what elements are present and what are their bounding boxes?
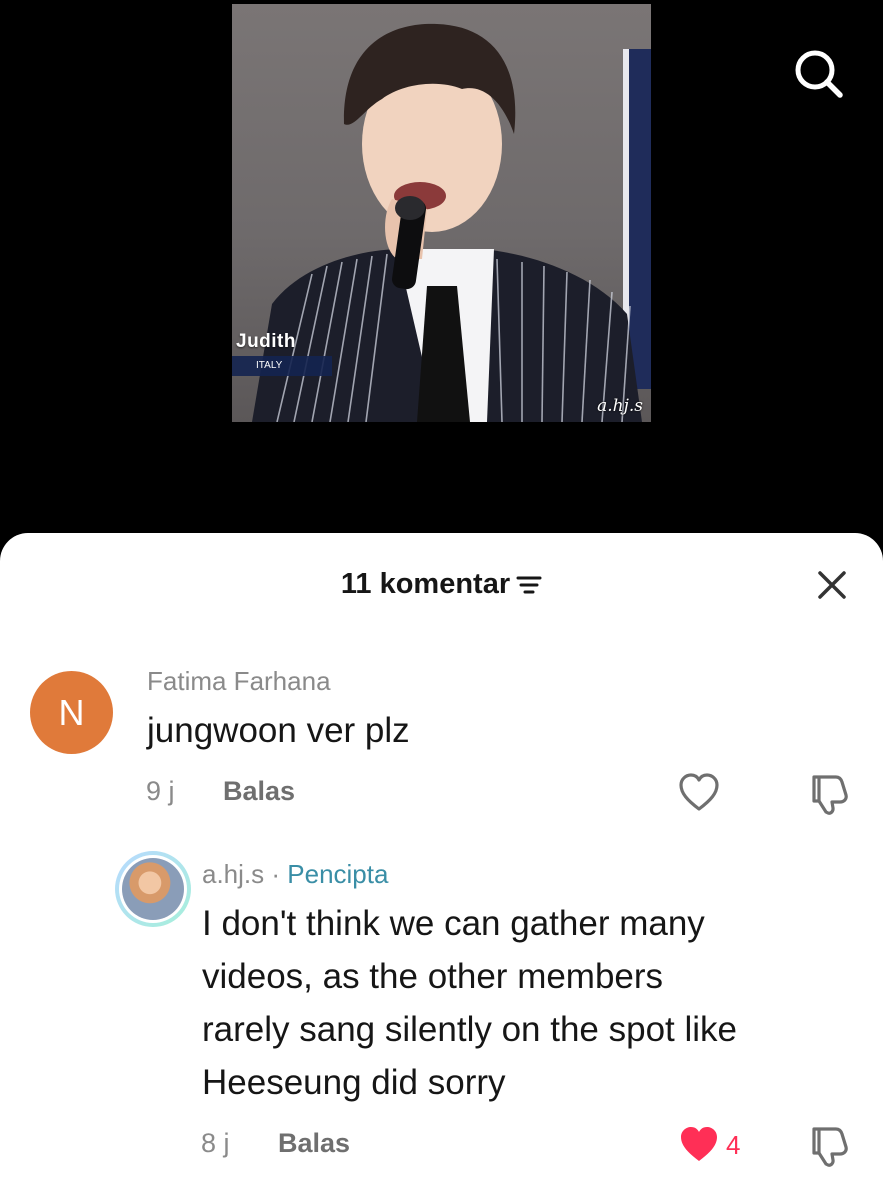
comment-author-line: a.hj.s · Pencipta: [202, 859, 388, 890]
reply-button[interactable]: Balas: [223, 776, 295, 807]
reply-button[interactable]: Balas: [278, 1128, 350, 1159]
author-separator: ·: [264, 859, 288, 889]
search-button[interactable]: [790, 46, 846, 102]
video-thumbnail[interactable]: Judith ITALY a.hj.s: [232, 4, 651, 422]
comment-text-line: I don't think we can gather many: [202, 904, 705, 943]
country-caption: ITALY: [256, 360, 283, 371]
comment-text-line: Heeseung did sorry: [202, 1063, 506, 1102]
avatar[interactable]: [115, 851, 191, 927]
comment-text-line: rarely sang silently on the spot like: [202, 1010, 737, 1049]
comment-author[interactable]: a.hj.s: [202, 859, 264, 889]
filter-icon: [516, 576, 542, 593]
comments-sheet: 11 komentar N Fatima Farhana jungwoon ve…: [0, 533, 883, 1199]
watermark: a.hj.s: [597, 396, 643, 416]
comment-time: 8 j: [201, 1128, 230, 1158]
avatar[interactable]: N: [30, 671, 113, 754]
close-icon: [818, 571, 846, 599]
avatar-photo: [122, 858, 184, 920]
like-count: 4: [726, 1130, 741, 1160]
comment-text-line: videos, as the other members: [202, 957, 664, 996]
comment-sort-button[interactable]: 11 komentar: [341, 568, 542, 601]
close-button[interactable]: [812, 565, 852, 605]
comment-count: 11 komentar: [340, 568, 511, 600]
dislike-icon[interactable]: [806, 1125, 852, 1169]
comments-header: 11 komentar: [0, 563, 883, 607]
heart-icon[interactable]: [677, 1123, 721, 1165]
video-area[interactable]: Judith ITALY a.hj.s: [0, 0, 883, 560]
creator-badge: Pencipta: [287, 859, 389, 889]
comment-text: I don't think we can gather many videos,…: [202, 897, 737, 1109]
heart-icon[interactable]: [677, 771, 721, 813]
comment-time: 9 j: [146, 776, 175, 806]
name-caption: Judith: [236, 331, 296, 352]
dislike-icon[interactable]: [806, 773, 852, 817]
comment-author[interactable]: Fatima Farhana: [147, 666, 331, 697]
search-icon: [795, 50, 843, 98]
comment-text: jungwoon ver plz: [147, 711, 410, 750]
